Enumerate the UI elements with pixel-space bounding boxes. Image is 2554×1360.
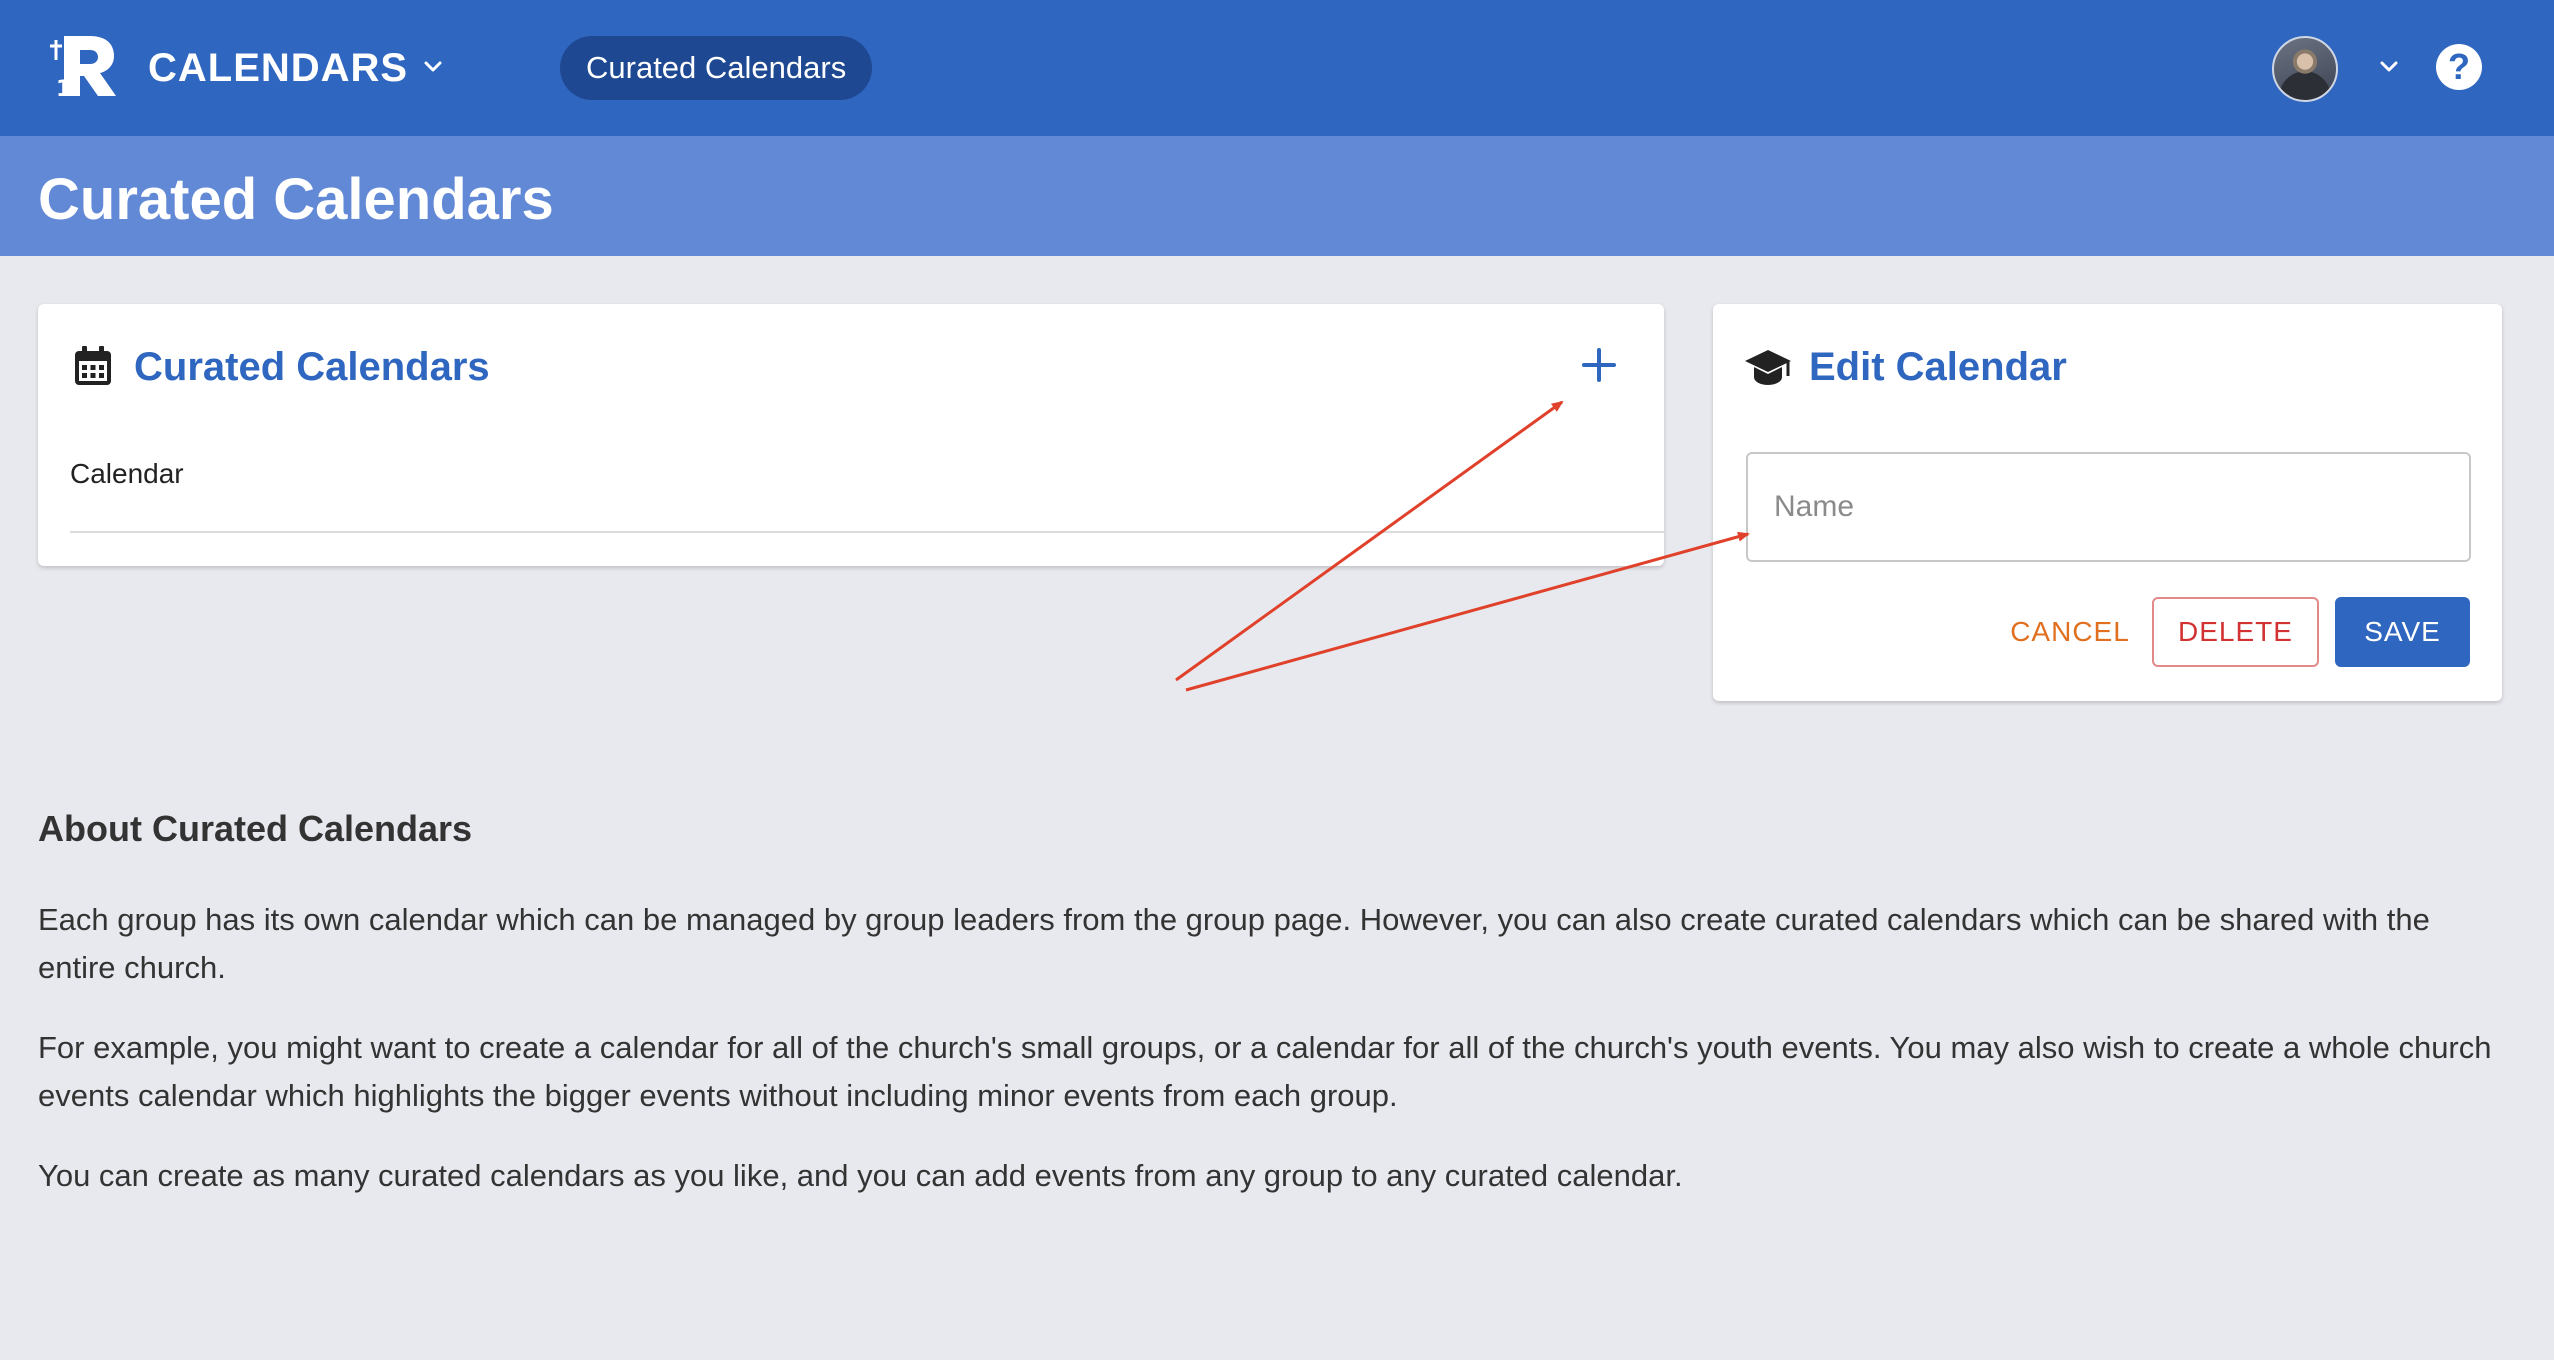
- calendar-icon: [75, 346, 111, 385]
- edit-calendar-card: Edit Calendar CANCEL DELETE SAVE: [1713, 304, 2502, 701]
- top-app-bar: 1 CALENDARS Curated Calendars ?: [0, 0, 2554, 136]
- chevron-down-icon[interactable]: [418, 52, 448, 82]
- about-title: About Curated Calendars: [38, 808, 473, 849]
- user-avatar[interactable]: [2272, 36, 2338, 102]
- help-icon[interactable]: ?: [2436, 44, 2482, 90]
- plus-icon[interactable]: [1578, 344, 1620, 386]
- page-header: Curated Calendars: [0, 136, 2554, 256]
- app-title[interactable]: CALENDARS: [148, 40, 408, 96]
- svg-text:1: 1: [56, 77, 71, 102]
- about-paragraph: Each group has its own calendar which ca…: [38, 902, 2430, 985]
- list-item[interactable]: Calendar: [70, 456, 1664, 492]
- about-paragraph: For example, you might want to create a …: [38, 1030, 2492, 1113]
- curated-calendars-card: Curated Calendars Calendar: [38, 304, 1664, 566]
- cancel-button[interactable]: CANCEL: [1995, 597, 2145, 667]
- page-title: Curated Calendars: [38, 167, 554, 232]
- calendar-name-input[interactable]: [1746, 452, 2471, 562]
- app-logo-icon[interactable]: 1: [50, 30, 122, 102]
- graduation-cap-icon: [1745, 350, 1791, 385]
- curated-calendars-card-title: Curated Calendars: [134, 345, 490, 389]
- delete-button[interactable]: DELETE: [2152, 597, 2319, 667]
- user-menu-chevron-icon[interactable]: [2374, 52, 2404, 82]
- nav-tab-curated-calendars[interactable]: Curated Calendars: [560, 36, 873, 100]
- list-divider: [70, 531, 1664, 533]
- save-button[interactable]: SAVE: [2335, 597, 2470, 667]
- edit-calendar-title: Edit Calendar: [1809, 345, 2067, 389]
- about-paragraph: You can create as many curated calendars…: [38, 1158, 1683, 1193]
